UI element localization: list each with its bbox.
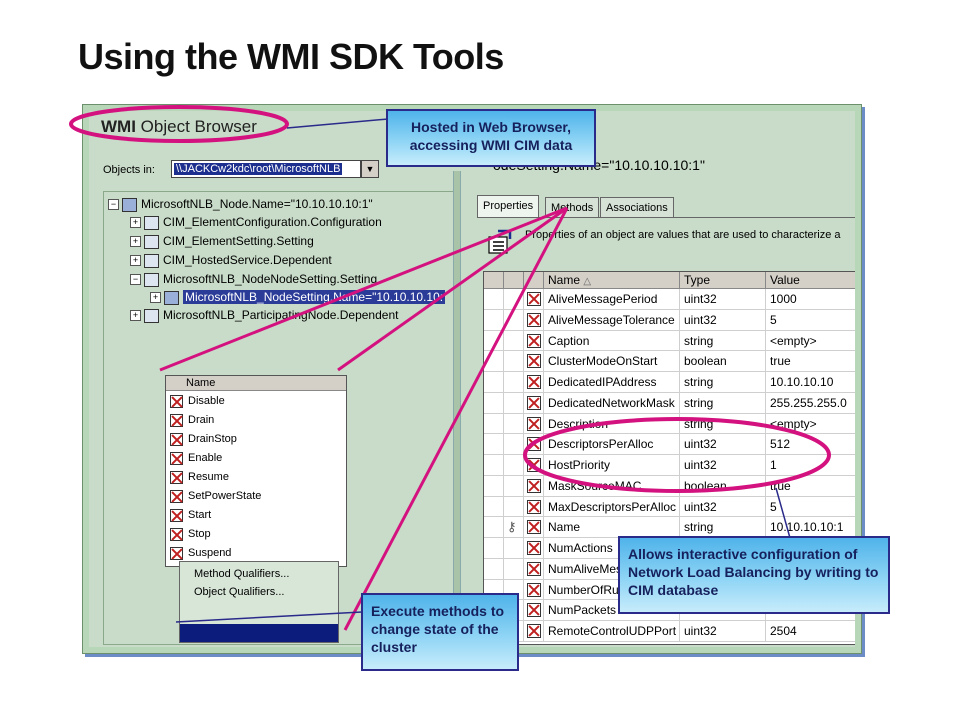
callout-pointer-hosted <box>286 118 389 129</box>
callout-pointer-config <box>775 487 791 539</box>
highlight-ellipse-properties <box>523 417 831 493</box>
callout-exec: Execute methods to change state of the c… <box>361 593 519 671</box>
callout-pointer-exec <box>175 611 363 623</box>
pointer-line-methods-3 <box>343 207 569 631</box>
callout-config: Allows interactive configuration of Netw… <box>618 536 890 614</box>
highlight-ellipse-title <box>69 105 289 143</box>
pointer-line-methods-2 <box>337 206 568 372</box>
callout-hosted: Hosted in Web Browser, accessing WMI CIM… <box>386 109 596 167</box>
pointer-line-methods-1 <box>159 206 568 372</box>
